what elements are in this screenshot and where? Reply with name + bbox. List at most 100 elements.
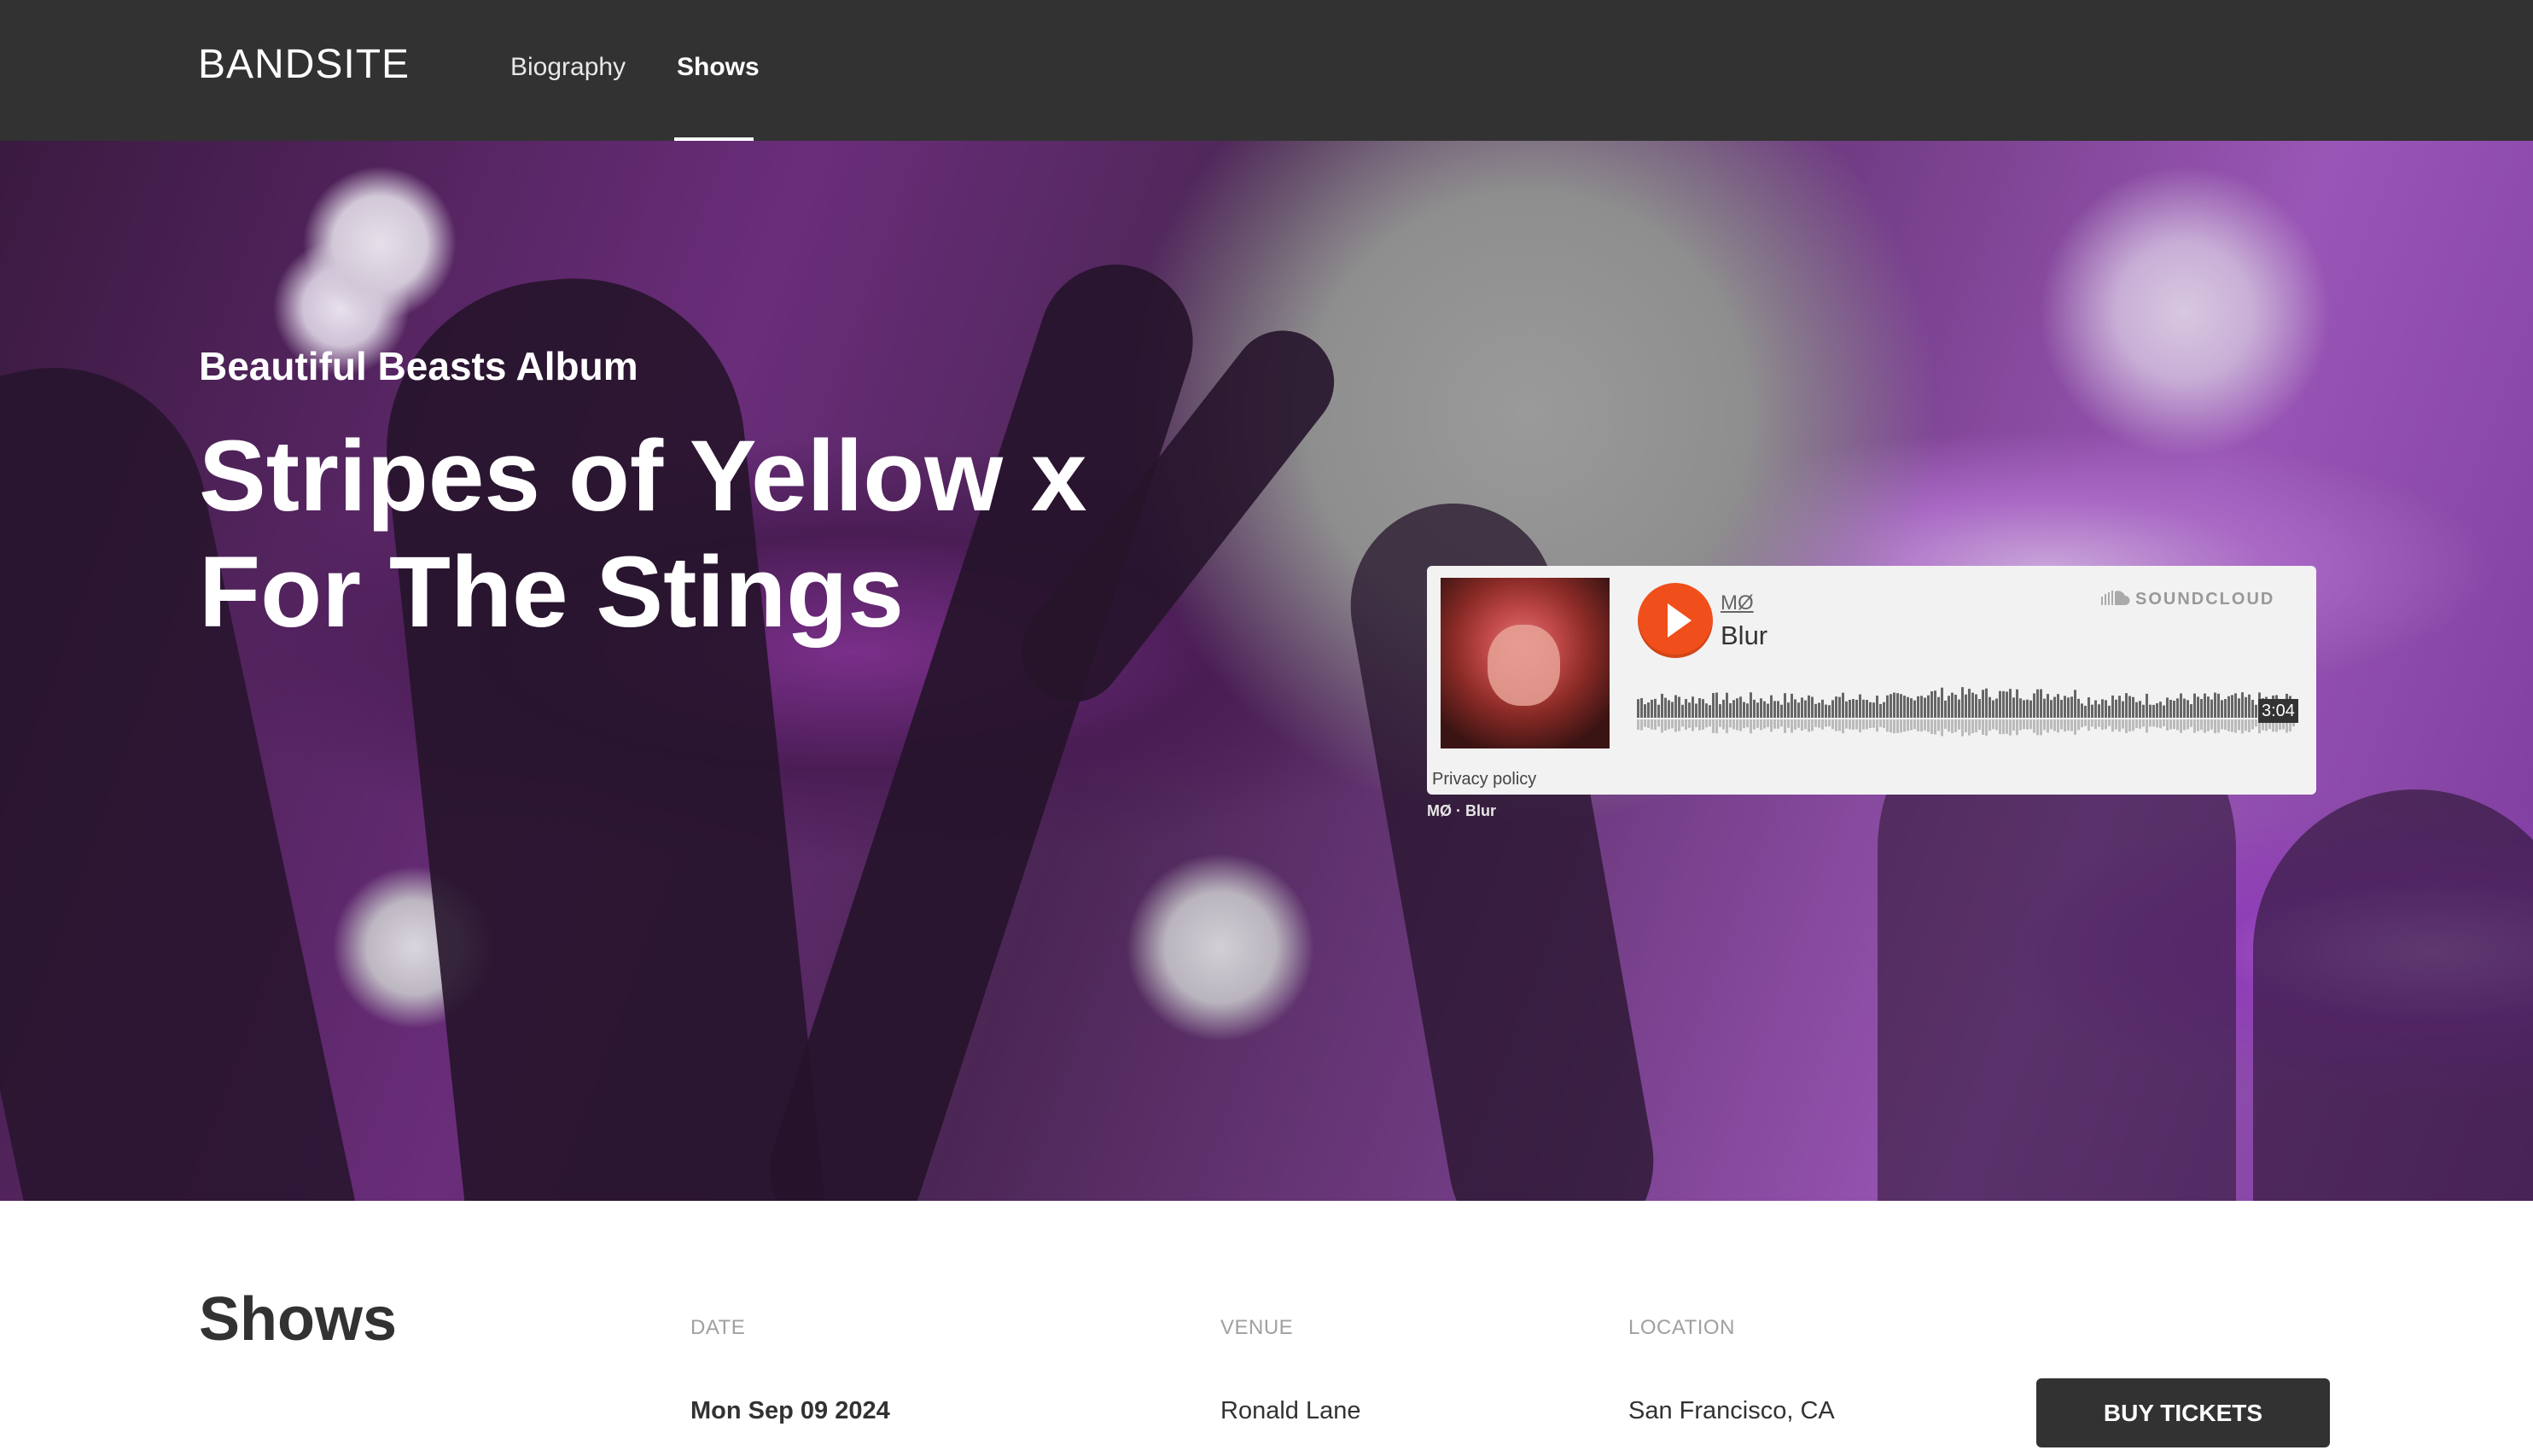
waveform-bar-reflection <box>1808 719 1810 732</box>
waveform-bar-reflection <box>2221 719 2223 730</box>
waveform-bar <box>2043 698 2046 718</box>
waveform-bar <box>2074 690 2076 718</box>
nav-link-shows[interactable]: Shows <box>677 53 760 82</box>
waveform-bar <box>1948 696 1950 718</box>
privacy-policy-link[interactable]: Privacy policy <box>1432 770 1536 789</box>
waveform-bar <box>1685 699 1687 718</box>
waveform-bar-reflection <box>2002 719 2005 735</box>
waveform-bar-reflection <box>2064 719 2066 732</box>
waveform-bar-reflection <box>2074 719 2076 735</box>
waveform-bar <box>1842 692 1844 718</box>
waveform-bar-reflection <box>1726 719 1728 734</box>
waveform-bar-reflection <box>1985 719 1988 736</box>
waveform-bar-reflection <box>2111 719 2114 732</box>
waveform-bar-reflection <box>2019 719 2022 731</box>
column-header-location: LOCATION <box>1628 1316 1735 1339</box>
buy-tickets-button[interactable]: BUY TICKETS <box>2036 1378 2330 1447</box>
waveform-bar-reflection <box>2009 719 2012 736</box>
waveform-bar <box>2101 699 2104 718</box>
waveform-bar <box>2070 696 2073 718</box>
waveform-bar-reflection <box>2023 719 2025 730</box>
waveform-bar <box>1855 699 1858 718</box>
waveform-bar-reflection <box>1842 719 1844 734</box>
waveform-bar-reflection <box>1777 719 1779 729</box>
waveform-bar <box>1722 699 1725 718</box>
waveform-bar <box>2081 703 2083 718</box>
waveform-bar <box>1746 703 1749 718</box>
hero-subtitle: Beautiful Beasts Album <box>199 344 638 388</box>
waveform-bar-reflection <box>1657 719 1660 727</box>
track-caption-link[interactable]: MØ · Blur <box>1427 802 1496 820</box>
waveform-bar <box>2227 696 2230 718</box>
waveform-bar <box>2016 689 2018 718</box>
waveform-bar-reflection <box>1678 719 1680 731</box>
waveform-bar-reflection <box>2251 719 2254 730</box>
waveform-bar-reflection <box>1739 719 1742 731</box>
waveform[interactable] <box>1637 670 2296 755</box>
waveform-bar-reflection <box>2149 719 2152 727</box>
nav-link-biography[interactable]: Biography <box>510 53 626 82</box>
waveform-bar-reflection <box>2060 719 2063 730</box>
track-title[interactable]: Blur <box>1721 620 1767 651</box>
waveform-bar-reflection <box>1992 719 1994 730</box>
waveform-bar <box>2050 700 2053 718</box>
waveform-bar-reflection <box>1989 719 1991 731</box>
waveform-bar <box>1900 694 1902 718</box>
waveform-bar-reflection <box>1876 719 1878 732</box>
waveform-bar-reflection <box>1924 719 1926 731</box>
album-art-portrait <box>1488 625 1560 706</box>
waveform-bar <box>1736 698 1738 718</box>
soundcloud-logo-text[interactable]: SOUNDCLOUD <box>2135 590 2274 609</box>
waveform-bar-reflection <box>1965 719 1967 733</box>
waveform-bar-reflection <box>2036 719 2039 736</box>
waveform-bar <box>2183 698 2186 718</box>
waveform-bar-reflection <box>2016 719 2018 736</box>
waveform-bar <box>2115 699 2117 718</box>
waveform-bar <box>2156 703 2158 718</box>
waveform-bar <box>1797 702 1800 718</box>
waveform-bar <box>1818 702 1820 718</box>
waveform-bar <box>1872 702 1875 718</box>
waveform-bar-reflection <box>2135 719 2138 729</box>
waveform-bar <box>1825 704 1827 718</box>
waveform-bar <box>1777 701 1779 718</box>
waveform-bar <box>1811 696 1814 718</box>
waveform-bar-reflection <box>1896 719 1899 733</box>
waveform-bar <box>2023 700 2025 718</box>
waveform-bar-reflection <box>1814 719 1817 727</box>
artist-link[interactable]: MØ <box>1721 591 1754 615</box>
waveform-bar <box>1828 705 1831 718</box>
waveform-bar <box>2125 693 2128 718</box>
waveform-bar <box>2221 700 2223 718</box>
waveform-bar <box>1664 697 1667 718</box>
waveform-bar <box>1917 696 1919 718</box>
waveform-bar-reflection <box>1784 719 1786 733</box>
waveform-bar <box>1794 699 1796 718</box>
waveform-bar-reflection <box>2098 719 2100 727</box>
waveform-bar <box>1739 696 1742 718</box>
waveform-bar <box>2224 699 2227 718</box>
waveform-bar <box>2173 700 2175 718</box>
waveform-bar-reflection <box>2146 719 2148 733</box>
waveform-bar-reflection <box>2118 719 2121 732</box>
waveform-bar <box>1831 700 1834 718</box>
waveform-bar-reflection <box>1849 719 1851 730</box>
waveform-bar <box>1709 705 1711 718</box>
waveform-bar-reflection <box>2197 719 2199 731</box>
waveform-bar <box>2088 697 2090 718</box>
album-art[interactable] <box>1441 578 1610 748</box>
waveform-bar <box>2026 699 2029 718</box>
waveform-bar-reflection <box>2091 719 2093 727</box>
waveform-bar-reflection <box>1818 719 1820 728</box>
site-logo[interactable]: BANDSITE <box>198 41 410 88</box>
waveform-bar-reflection <box>2245 719 2247 731</box>
waveform-bar-reflection <box>1917 719 1919 731</box>
waveform-bar <box>1671 702 1674 718</box>
waveform-bar-reflection <box>1828 719 1831 727</box>
waveform-bar <box>1657 704 1660 718</box>
play-button[interactable] <box>1638 583 1713 658</box>
waveform-bar <box>2091 704 2093 718</box>
waveform-bar-reflection <box>1903 719 1906 732</box>
waveform-bar-reflection <box>1913 719 1916 730</box>
waveform-bar <box>1999 690 2001 718</box>
